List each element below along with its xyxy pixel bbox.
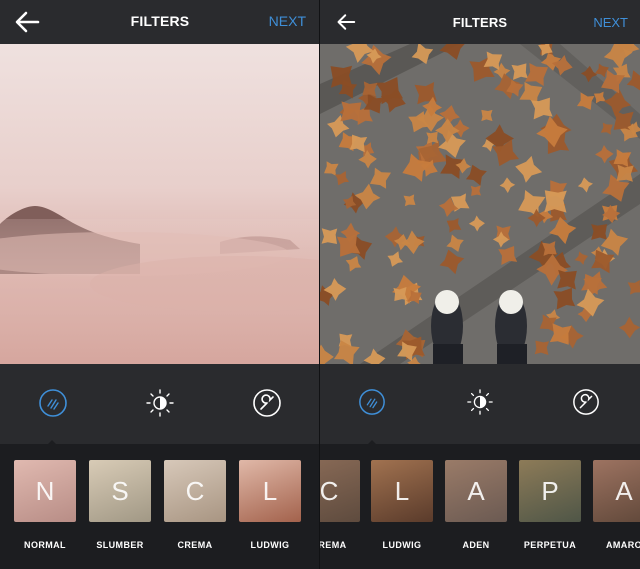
filter-label: NORMAL [24,540,66,550]
filter-label: CREMA [177,540,213,550]
filter-label: ADEN [462,540,490,550]
filter-thumb-aden[interactable]: A [445,460,507,522]
edit-tools-bar [0,364,320,446]
filter-letter: S [111,475,129,506]
filter-letter: A [615,475,633,506]
right-screen: FILTERS NEXT C REMA L LUDWIG A ADEN P PE… [320,0,640,569]
filter-thumb-crema[interactable]: C [320,460,360,522]
filter-letter: L [394,475,410,506]
filter-letter: C [185,475,205,506]
filter-label: PERPETUA [523,540,577,550]
filter-thumb-perpetua[interactable]: P [519,460,581,522]
app-screens: FILTERS NEXT N NORMAL S SLUMBER C CREMA … [0,0,640,569]
filter-thumb-ludwig[interactable]: L [239,460,301,522]
top-bar: FILTERS NEXT [320,0,640,44]
wrench-icon[interactable] [252,388,282,418]
filter-thumb-slumber[interactable]: S [89,460,151,522]
filter-label: SLUMBER [96,540,144,550]
filter-thumb-normal[interactable]: N [14,460,76,522]
filter-letter: P [541,475,559,506]
filter-strip: C CREMA L LUDWIG A ADEN P PERPETUA A AMA… [320,444,640,569]
wrench-icon[interactable] [572,388,600,416]
left-screen: FILTERS NEXT N NORMAL S SLUMBER C CREMA … [0,0,320,569]
next-button[interactable]: NEXT [269,13,306,29]
filter-letter: A [467,475,485,506]
brightness-icon[interactable] [145,388,175,418]
brightness-icon[interactable] [466,388,494,416]
filter-label: AMARO [606,540,640,550]
filter-thumb-crema[interactable]: C [164,460,226,522]
filter-label: LUDWIG [250,540,290,550]
lux-icon[interactable] [358,388,386,416]
filter-letter: C [320,475,339,506]
preview-photo [0,44,320,364]
page-title: FILTERS [452,15,508,30]
filter-thumb-ludwig[interactable]: L [371,460,433,522]
filter-letter: L [262,475,278,506]
edit-tools-bar [320,364,640,446]
preview-photo [320,44,640,364]
lux-icon[interactable] [38,388,68,418]
filter-letter: N [35,475,55,506]
filter-strip: N NORMAL S SLUMBER C CREMA L LUDWIG [0,444,320,569]
top-bar: FILTERS NEXT [0,0,320,44]
filter-thumb-amaro[interactable]: A [593,460,640,522]
next-button[interactable]: NEXT [593,15,628,30]
filter-label: LUDWIG [382,540,422,550]
